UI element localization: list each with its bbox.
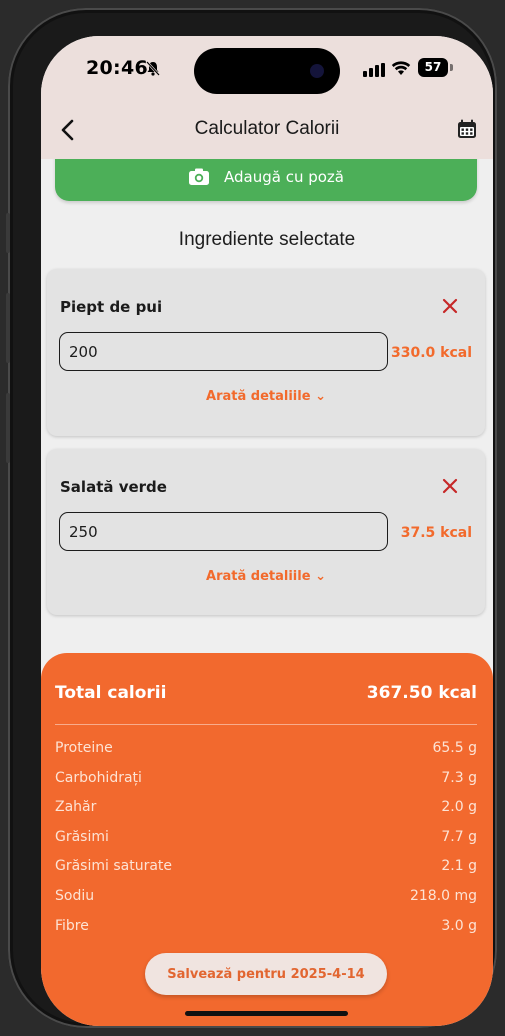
nutrient-name: Carbohidrați xyxy=(55,769,142,786)
calendar-icon[interactable] xyxy=(456,118,478,140)
nutrient-value: 2.0 g xyxy=(441,799,477,816)
add-photo-label: Adaugă cu poză xyxy=(224,168,344,186)
ingredient-card: Salată verde 37.5 kcal Arată detaliile ⌄ xyxy=(47,449,485,615)
app-header: 20:46 57 Calculator Calorii xyxy=(41,36,493,159)
nutrient-name: Fibre xyxy=(55,917,89,934)
nutrient-value: 2.1 g xyxy=(441,858,477,875)
screen: 20:46 57 Calculator Calorii Adaugă cu po… xyxy=(41,36,493,1026)
ingredient-kcal: 330.0 kcal xyxy=(390,345,472,361)
close-icon[interactable] xyxy=(441,297,459,315)
home-indicator[interactable] xyxy=(185,1011,348,1016)
total-calories-row: Total calorii 367.50 kcal xyxy=(55,683,477,703)
show-details-link[interactable]: Arată detaliile ⌄ xyxy=(47,569,485,584)
battery-nub xyxy=(450,64,453,71)
status-time: 20:46 xyxy=(86,57,148,79)
nutrient-name: Grăsimi saturate xyxy=(55,858,173,875)
dynamic-island xyxy=(194,48,340,94)
battery-icon: 57 xyxy=(418,58,448,77)
add-photo-button[interactable]: Adaugă cu poză xyxy=(55,159,477,201)
quantity-input[interactable] xyxy=(59,512,388,551)
ingredient-name: Piept de pui xyxy=(60,298,163,316)
action-button xyxy=(6,213,10,253)
nutrient-row: Carbohidrați 7.3 g xyxy=(55,770,477,800)
ingredient-card: Piept de pui 330.0 kcal Arată detaliile … xyxy=(47,269,485,436)
nutrient-value: 218.0 mg xyxy=(409,887,477,904)
nutrient-name: Grăsimi xyxy=(55,828,109,845)
nutrient-name: Zahăr xyxy=(55,799,97,816)
nutrient-value: 7.7 g xyxy=(441,828,477,845)
ingredient-kcal: 37.5 kcal xyxy=(400,525,472,541)
show-details-link[interactable]: Arată detaliile ⌄ xyxy=(47,389,485,404)
quantity-input[interactable] xyxy=(59,332,388,371)
nutrient-value: 7.3 g xyxy=(441,769,477,786)
nutrient-value: 65.5 g xyxy=(432,740,477,756)
nutrient-row: Zahăr 2.0 g xyxy=(55,799,477,829)
volume-up-button xyxy=(6,293,10,363)
bell-slash-icon xyxy=(146,61,160,76)
nutrient-row: Grăsimi 7.7 g xyxy=(55,829,477,859)
divider xyxy=(55,724,477,725)
front-camera xyxy=(310,64,324,78)
ingredient-name: Salată verde xyxy=(60,478,167,496)
nutrient-name: Proteine xyxy=(55,740,113,756)
save-button[interactable]: Salvează pentru 2025-4-14 xyxy=(145,953,387,995)
nutrient-row: Fibre 3.0 g xyxy=(55,918,477,948)
battery-level: 57 xyxy=(424,60,442,74)
volume-down-button xyxy=(6,393,10,463)
total-calories-label: Total calorii xyxy=(55,683,167,703)
nutrient-row: Grăsimi saturate 2.1 g xyxy=(55,858,477,888)
page-title: Calculator Calorii xyxy=(194,118,340,139)
phone-frame: 20:46 57 Calculator Calorii Adaugă cu po… xyxy=(6,8,497,1028)
nutrient-value: 3.0 g xyxy=(441,917,477,934)
close-icon[interactable] xyxy=(441,477,459,495)
total-calories-value: 367.50 kcal xyxy=(366,683,477,703)
wifi-icon xyxy=(391,61,411,75)
camera-icon xyxy=(189,168,209,185)
nutrient-list: Proteine 65.5 g Carbohidrați 7.3 g Zahăr 2.… xyxy=(55,740,477,947)
nutrient-row: Sodiu 218.0 mg xyxy=(55,888,477,918)
nutrient-row: Proteine 65.5 g xyxy=(55,740,477,770)
ingredients-title: Ingrediente selectate xyxy=(178,229,356,250)
totals-panel: Total calorii 367.50 kcal Proteine 65.5 g… xyxy=(41,653,493,1026)
nutrient-name: Sodiu xyxy=(55,887,95,904)
